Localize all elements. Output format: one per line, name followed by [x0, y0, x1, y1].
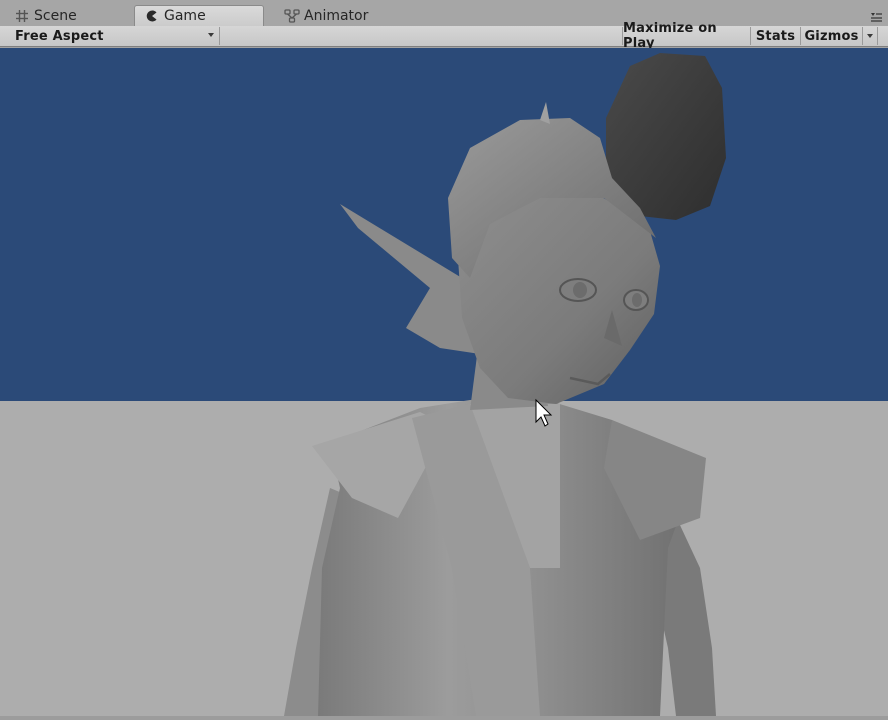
- gizmos-dropdown[interactable]: [862, 27, 878, 45]
- window-tab-bar: Scene Game Animator: [0, 0, 888, 27]
- tab-game[interactable]: Game: [134, 5, 264, 26]
- game-view-toolbar: Free Aspect Maximize on Play Stats Gizmo…: [0, 21, 888, 51]
- chevron-down-icon: [867, 34, 873, 38]
- stats-toggle[interactable]: Stats: [750, 27, 800, 45]
- chevron-down-icon: [208, 33, 214, 37]
- maximize-on-play-label: Maximize on Play: [623, 21, 717, 51]
- gizmos-toggle[interactable]: Gizmos: [800, 27, 862, 45]
- hash-grid-icon: [14, 8, 30, 24]
- panel-menu-icon[interactable]: [870, 10, 882, 22]
- tab-animator-label: Animator: [304, 7, 369, 24]
- aspect-ratio-dropdown[interactable]: Free Aspect: [8, 27, 220, 45]
- pacman-icon: [144, 8, 160, 24]
- gizmos-label: Gizmos: [804, 28, 859, 44]
- tab-scene-label: Scene: [34, 7, 77, 24]
- animator-nodes-icon: [284, 8, 300, 24]
- maximize-on-play-toggle[interactable]: Maximize on Play: [622, 21, 750, 51]
- aspect-ratio-label: Free Aspect: [15, 28, 104, 44]
- tab-animator[interactable]: Animator: [274, 5, 404, 26]
- stats-label: Stats: [755, 28, 796, 44]
- tab-scene[interactable]: Scene: [4, 5, 132, 26]
- game-viewport[interactable]: [0, 48, 888, 716]
- tab-game-label: Game: [164, 8, 206, 24]
- panel-bottom-border: [0, 716, 888, 720]
